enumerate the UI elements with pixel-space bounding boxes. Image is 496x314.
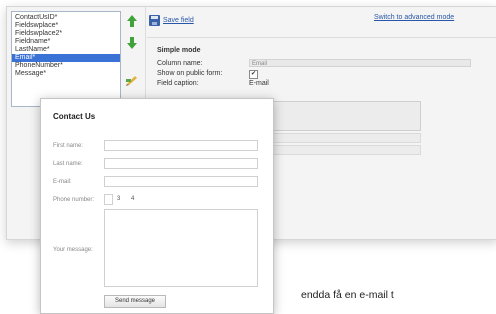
floppy-disk-icon: [149, 15, 160, 26]
first-name-label: First name:: [53, 143, 84, 149]
phone-suffix-value: 4: [131, 196, 135, 202]
field-list-item[interactable]: LastName*: [12, 46, 120, 54]
last-name-input[interactable]: [104, 158, 258, 169]
field-list-item[interactable]: Fieldswplace2*: [12, 30, 120, 38]
send-message-button[interactable]: Send message: [104, 295, 166, 308]
contact-form-title: Contact Us: [53, 112, 96, 121]
edit-pencil-icon[interactable]: [126, 73, 138, 86]
field-caption-label: Field caption:: [157, 80, 199, 87]
last-name-label: Last name:: [53, 161, 83, 167]
simple-mode-section: Simple mode Column name: Email Show on p…: [157, 47, 493, 90]
field-list-item[interactable]: Fieldswplace*: [12, 22, 120, 30]
document-body-text: endda få en e-mail t: [301, 289, 394, 301]
field-list-item[interactable]: PhoneNumber*: [12, 62, 120, 70]
column-name-input[interactable]: Email: [249, 59, 471, 67]
message-textarea[interactable]: [104, 209, 258, 287]
show-public-checkbox[interactable]: ✔: [249, 70, 258, 79]
field-caption-row: Field caption: E-mail: [157, 80, 493, 90]
simple-mode-title: Simple mode: [157, 47, 201, 54]
arrow-up-icon[interactable]: [127, 15, 137, 27]
phone-prefix-value: 3: [117, 196, 121, 202]
field-caption-value: E-mail: [249, 80, 269, 87]
column-name-row: Column name: Email: [157, 59, 493, 70]
contact-form-preview: Contact Us First name: Last name: E-mail…: [40, 98, 274, 314]
field-list[interactable]: ContactUsID* Fieldswplace* Fieldswplace2…: [11, 11, 121, 107]
toolbar-divider: [147, 37, 496, 38]
arrow-down-icon[interactable]: [127, 37, 137, 49]
message-label: Your message:: [53, 247, 93, 253]
column-name-label: Column name:: [157, 60, 203, 67]
field-list-item[interactable]: Message*: [12, 70, 120, 78]
phone-prefix-input[interactable]: [104, 194, 113, 205]
field-list-item[interactable]: Fieldname*: [12, 38, 120, 46]
show-public-label: Show on public form:: [157, 70, 223, 77]
first-name-input[interactable]: [104, 140, 258, 151]
email-input[interactable]: [104, 176, 258, 187]
field-list-item-selected[interactable]: Email*: [12, 54, 120, 62]
phone-label: Phone number:: [53, 197, 95, 203]
show-public-row: Show on public form: ✔: [157, 70, 493, 80]
save-field-label: Save field: [163, 17, 194, 24]
switch-advanced-mode-link[interactable]: Switch to advanced mode: [374, 14, 454, 21]
field-list-item[interactable]: ContactUsID*: [12, 14, 120, 22]
email-label: E-mail:: [53, 179, 72, 185]
save-field-button[interactable]: Save field: [149, 15, 194, 26]
